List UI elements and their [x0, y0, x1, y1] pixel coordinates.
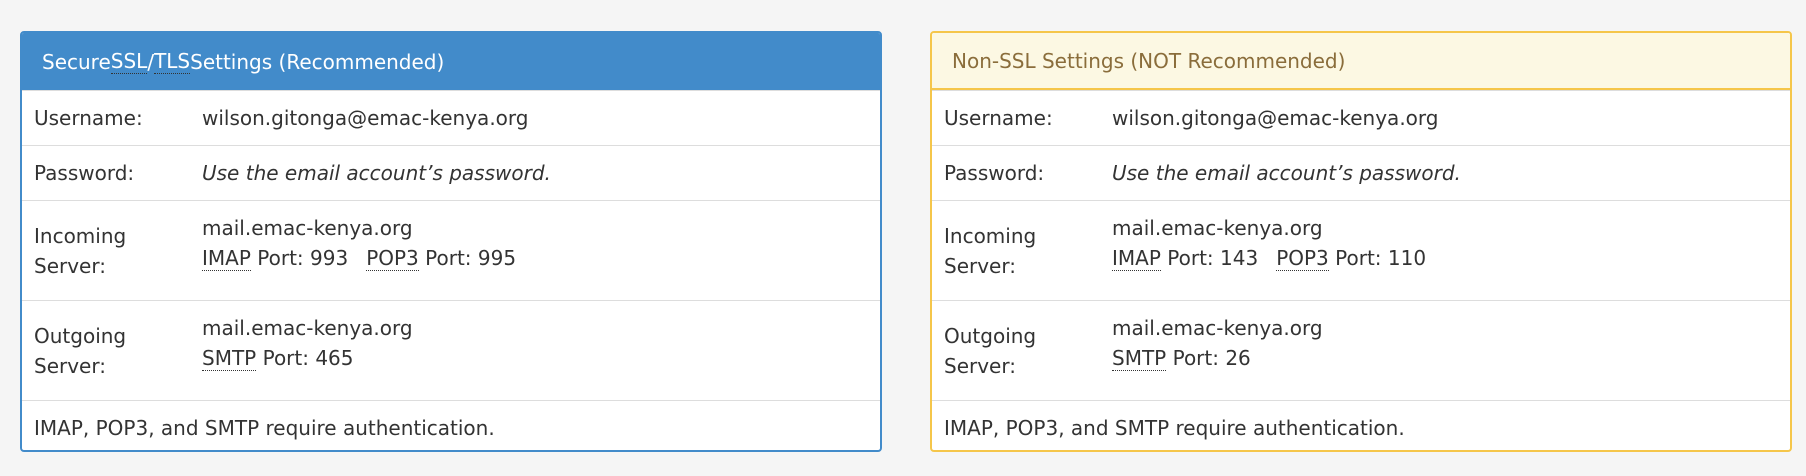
incoming-server-label: Incoming Server:: [22, 201, 202, 300]
password-label: Password:: [944, 161, 1045, 185]
outgoing-label-line1: Outgoing: [34, 324, 127, 348]
non-ssl-incoming-row: Incoming Server: mail.emac-kenya.org IMA…: [932, 200, 1790, 300]
outgoing-server-label: Outgoing Server:: [932, 301, 1112, 400]
incoming-label-line1: Incoming: [944, 224, 1037, 248]
incoming-server-value: mail.emac-kenya.org IMAP Port: 143 POP3 P…: [1112, 201, 1790, 300]
incoming-server-label: Incoming Server:: [932, 201, 1112, 300]
pop3-port: Port: 995: [418, 246, 517, 270]
secure-outgoing-row: Outgoing Server: mail.emac-kenya.org SMT…: [22, 300, 880, 400]
outgoing-server-label: Outgoing Server:: [22, 301, 202, 400]
non-ssl-outgoing-row: Outgoing Server: mail.emac-kenya.org SMT…: [932, 300, 1790, 400]
username-label: Username:: [34, 106, 143, 130]
non-ssl-password-row: Password: Use the email account’s passwo…: [932, 145, 1790, 200]
incoming-ports: IMAP Port: 993 POP3 Port: 995: [202, 243, 880, 273]
outgoing-server-value: mail.emac-kenya.org SMTP Port: 26: [1112, 301, 1790, 400]
pop3-abbr: POP3: [1276, 246, 1329, 271]
non-ssl-auth-note: IMAP, POP3, and SMTP require authenticat…: [932, 400, 1790, 450]
secure-password-row: Password: Use the email account’s passwo…: [22, 145, 880, 200]
secure-settings-panel: Secure SSL / TLS Settings (Recommended) Us…: [20, 31, 882, 452]
smtp-port: Port: 26: [1166, 346, 1251, 370]
secure-username-row: Username: wilson.gitonga@emac-kenya.org: [22, 90, 880, 145]
incoming-host: mail.emac-kenya.org: [1112, 216, 1323, 240]
outgoing-label-line1: Outgoing: [944, 324, 1037, 348]
password-value: Use the email account’s password.: [1112, 161, 1461, 185]
outgoing-host: mail.emac-kenya.org: [1112, 316, 1323, 340]
outgoing-server-value: mail.emac-kenya.org SMTP Port: 465: [202, 301, 880, 400]
pop3-port: Port: 110: [1328, 246, 1427, 270]
secure-heading-prefix: Secure: [42, 49, 111, 74]
outgoing-ports: SMTP Port: 26: [1112, 343, 1790, 373]
non-ssl-panel-heading: Non-SSL Settings (NOT Recommended): [932, 33, 1790, 90]
incoming-host: mail.emac-kenya.org: [202, 216, 413, 240]
smtp-abbr: SMTP: [1112, 346, 1167, 371]
secure-incoming-row: Incoming Server: mail.emac-kenya.org IMA…: [22, 200, 880, 300]
incoming-label-line2: Server:: [944, 254, 1016, 278]
incoming-server-value: mail.emac-kenya.org IMAP Port: 993 POP3 P…: [202, 201, 880, 300]
outgoing-label-line2: Server:: [34, 354, 106, 378]
username-value: wilson.gitonga@emac-kenya.org: [202, 106, 529, 130]
imap-abbr: IMAP: [1112, 246, 1161, 271]
ssl-abbr: SSL: [110, 49, 148, 74]
tls-abbr: TLS: [154, 49, 191, 74]
incoming-label-line1: Incoming: [34, 224, 127, 248]
incoming-ports: IMAP Port: 143 POP3 Port: 110: [1112, 243, 1790, 273]
outgoing-label-line2: Server:: [944, 354, 1016, 378]
outgoing-ports: SMTP Port: 465: [202, 343, 880, 373]
secure-panel-heading: Secure SSL / TLS Settings (Recommended): [22, 33, 880, 90]
imap-port: Port: 143: [1160, 246, 1259, 270]
incoming-label-line2: Server:: [34, 254, 106, 278]
password-value: Use the email account’s password.: [202, 161, 551, 185]
secure-heading-suffix: Settings (Recommended): [190, 49, 445, 74]
non-ssl-username-row: Username: wilson.gitonga@emac-kenya.org: [932, 90, 1790, 145]
username-label: Username:: [944, 106, 1053, 130]
smtp-abbr: SMTP: [202, 346, 257, 371]
pop3-abbr: POP3: [366, 246, 419, 271]
password-label: Password:: [34, 161, 135, 185]
secure-auth-note: IMAP, POP3, and SMTP require authenticat…: [22, 400, 880, 450]
smtp-port: Port: 465: [256, 346, 354, 370]
imap-abbr: IMAP: [202, 246, 251, 271]
non-ssl-settings-panel: Non-SSL Settings (NOT Recommended) Usern…: [930, 31, 1792, 452]
username-value: wilson.gitonga@emac-kenya.org: [1112, 106, 1439, 130]
imap-port: Port: 993: [250, 246, 349, 270]
outgoing-host: mail.emac-kenya.org: [202, 316, 413, 340]
